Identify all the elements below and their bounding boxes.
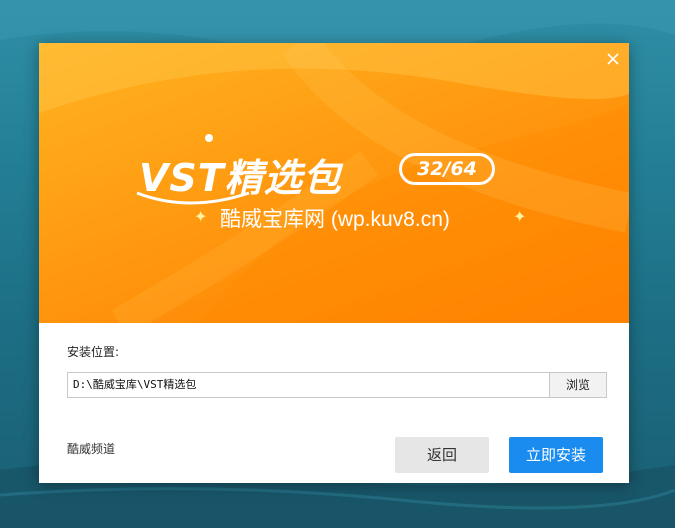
back-button[interactable]: 返回 xyxy=(395,437,489,473)
install-now-button[interactable]: 立即安装 xyxy=(509,437,603,473)
install-location-label: 安装位置: xyxy=(67,345,120,359)
sparkle-left-icon: ✦ xyxy=(194,207,208,226)
close-icon xyxy=(607,53,619,65)
sparkle-right-icon: ✦ xyxy=(513,207,527,226)
install-path-input[interactable]: D:\酷威宝库\VST精选包 xyxy=(67,372,550,398)
install-options: 安装位置: D:\酷威宝库\VST精选包 浏览 酷威频道 返回 立即安装 xyxy=(39,323,629,483)
product-title: VST精选包 xyxy=(139,156,342,200)
channel-link[interactable]: 酷威频道 xyxy=(67,440,115,457)
installer-dialog: VST精选包 32/64 ✦ 酷威宝库网 (wp.kuv8.cn) ✦ 安装位置… xyxy=(39,43,629,483)
site-subtitle: 酷威宝库网 (wp.kuv8.cn) xyxy=(220,208,450,231)
close-button[interactable] xyxy=(605,51,621,67)
header-banner: VST精选包 32/64 ✦ 酷威宝库网 (wp.kuv8.cn) ✦ xyxy=(39,43,629,323)
browse-button[interactable]: 浏览 xyxy=(549,372,607,398)
version-badge: 32/64 xyxy=(399,153,495,185)
